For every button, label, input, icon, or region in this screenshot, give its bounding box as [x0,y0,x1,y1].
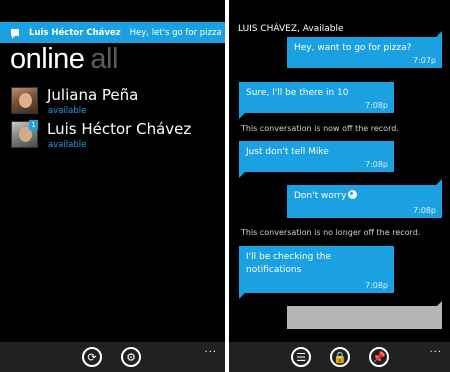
message-text: Just don't tell Mike [246,147,329,157]
pin-icon: 📌 [372,350,386,364]
contact-name: Luis Héctor Chávez [47,120,192,138]
off-record-notice: This conversation is now off the record. [241,124,399,133]
message-input[interactable] [287,301,442,329]
message-bubble-sent: Hey, want to go for pizza? 7:07p [287,31,442,68]
message-bubble-received: I'll be checking the notifications 7:08p [239,246,394,299]
on-record-notice: This conversation is no longer off the r… [241,228,421,237]
pin-button[interactable]: 📌 [369,347,389,367]
toast-message: Hey, let's go for pizza [129,27,222,38]
lock-icon: 🔒 [333,350,347,364]
message-time: 7:08p [364,281,388,290]
message-text-line2: notifications [246,265,302,275]
refresh-button[interactable]: ⟳ [82,347,102,367]
message-toast-notification[interactable]: Luis Héctor Chávez Hey, let's go for piz… [0,22,225,43]
off-the-record-button[interactable]: 🔒 [330,347,350,367]
avatar [11,87,38,114]
pivot-tab-online[interactable]: online [10,43,85,75]
message-text: Don't worry [294,191,347,201]
contacts-screen: Luis Héctor Chávez Hey, let's go for piz… [0,0,225,372]
message-text: Hey, want to go for pizza? [294,43,412,53]
message-text: Sure, I'll be there in 10 [246,88,349,98]
conversation-screen: LUIS CHÁVEZ, Available Hey, want to go f… [229,0,450,372]
message-time: 7:08p [412,206,436,215]
unread-badge: 1 [29,120,38,130]
message-bubble-received: Just don't tell Mike 7:08p [239,141,394,178]
refresh-icon: ⟳ [87,350,97,364]
contact-status: available [48,140,87,150]
contact-item-juliana[interactable]: Juliana Peña available [11,86,221,120]
chat-icon [11,29,19,39]
more-menu-button[interactable]: ... [204,344,217,355]
message-time: 7:08p [364,160,388,169]
message-time: 7:08p [364,101,388,110]
contact-name: Juliana Peña [47,86,139,104]
message-bubble-sent: Don't worry 7:08p [287,179,442,218]
contact-item-luis[interactable]: 1 Luis Héctor Chávez available [11,120,221,154]
contact-status: available [48,106,87,116]
message-time: 7:07p [412,56,436,65]
chat-list-icon: ☰ [296,350,306,364]
emoticon-icon [348,190,358,199]
pivot-tab-all[interactable]: all [90,43,118,75]
more-menu-button[interactable]: ... [429,344,442,355]
pivot-header: online all [10,43,118,76]
settings-button[interactable]: ⚙ [121,347,141,367]
app-bar: ☰ 🔒 📌 ... [229,342,450,372]
message-text-line1: I'll be checking the [246,252,331,262]
app-bar: ⟳ ⚙ ... [0,342,225,372]
message-bubble-received: Sure, I'll be there in 10 7:08p [239,82,394,119]
conversation-title: LUIS CHÁVEZ, Available [238,24,344,34]
switch-conversation-button[interactable]: ☰ [291,347,311,367]
gear-icon: ⚙ [126,350,136,364]
toast-sender: Luis Héctor Chávez [29,27,121,38]
